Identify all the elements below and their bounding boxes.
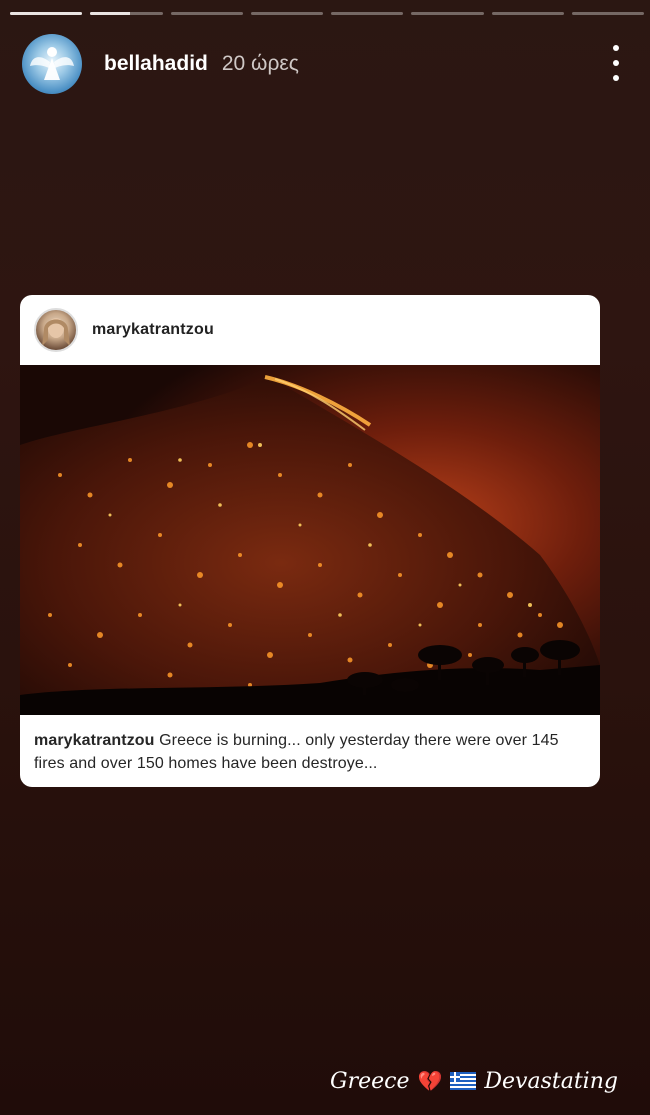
progress-segment [491, 12, 564, 15]
shared-post-card[interactable]: marykatrantzou marykatrantzou Greece is … [20, 295, 600, 787]
progress-segment [250, 12, 323, 15]
shared-post-caption: marykatrantzou Greece is burning... only… [20, 715, 600, 775]
caption-username: marykatrantzou [34, 732, 155, 749]
progress-segment [571, 12, 644, 15]
story-header: bellahadid 20 ώρες [22, 33, 628, 95]
angel-avatar-icon [30, 47, 74, 80]
story-username[interactable]: bellahadid [104, 52, 208, 76]
progress-segment [170, 12, 243, 15]
progress-segment [90, 12, 163, 15]
avatar[interactable] [22, 34, 82, 94]
profile-photo-icon [42, 318, 70, 346]
more-options-icon[interactable] [606, 45, 626, 81]
shared-post-header: marykatrantzou [20, 295, 600, 365]
broken-heart-icon: 💔 [417, 1069, 443, 1093]
greek-flag-icon [450, 1072, 477, 1090]
sticker-word-greece: Greece [330, 1068, 410, 1094]
sticker-word-devastating: Devastating [484, 1068, 618, 1094]
story-progress-bar [10, 12, 644, 16]
wildfire-photo [20, 365, 600, 715]
shared-post-username: marykatrantzou [92, 321, 214, 338]
story-text-sticker: Greece 💔 Devastating [330, 1064, 618, 1098]
story-timestamp: 20 ώρες [221, 52, 299, 75]
progress-segment [10, 12, 83, 15]
progress-segment [331, 12, 404, 15]
progress-segment [411, 12, 484, 15]
avatar [34, 308, 78, 352]
